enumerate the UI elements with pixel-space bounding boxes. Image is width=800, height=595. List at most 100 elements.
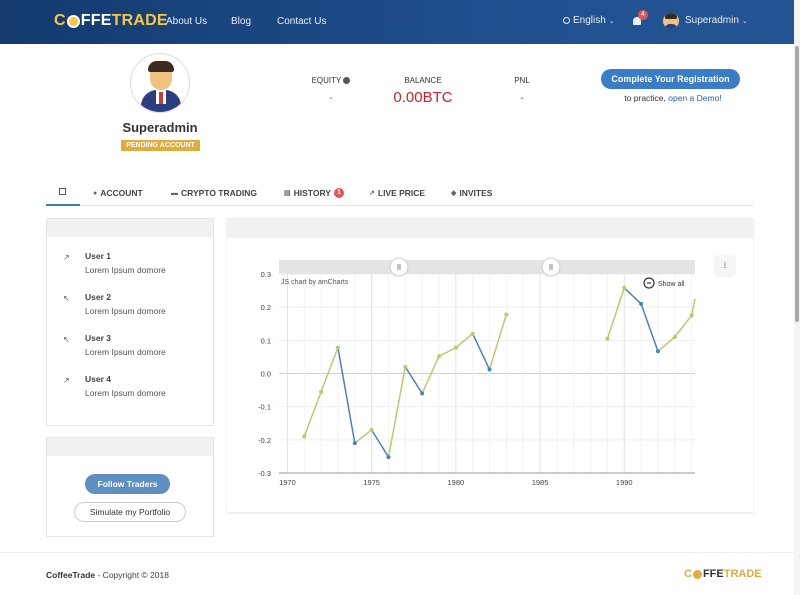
- nav-contact-us[interactable]: Contact Us: [277, 16, 326, 27]
- data-point: [470, 331, 475, 336]
- profile-name: Superadmin: [122, 120, 198, 135]
- logo-text-trade: TRADE: [723, 568, 762, 580]
- data-point: [386, 455, 391, 460]
- pnl-value: -: [520, 93, 524, 104]
- trend-up-icon: ↗: [63, 253, 70, 262]
- history-icon: ▤: [284, 190, 291, 197]
- equity-value: -: [329, 93, 333, 104]
- footer-brand: CoffeeTrade: [46, 570, 96, 580]
- price-chart[interactable]: 0.3 0.2 0.1 0.0 -0.1 -0.2 -0.3 1970 1975 1980 1985…: [227, 218, 753, 512]
- equity-label: EQUITY: [302, 76, 360, 85]
- logo-text: FFE: [702, 568, 724, 580]
- chevron-down-icon: ⌄: [741, 17, 748, 25]
- avatar-hair: [148, 61, 174, 72]
- balance-value: 0.00BTC: [393, 89, 453, 106]
- equity-label-text: EQUITY: [311, 76, 342, 85]
- x-tick-label: 1990: [616, 478, 633, 487]
- user-avatar[interactable]: [663, 13, 679, 29]
- user-name: User 4: [85, 374, 111, 384]
- tab-account[interactable]: ● ACCOUNT: [93, 188, 143, 198]
- series-segment: [387, 366, 407, 458]
- info-icon[interactable]: [343, 77, 351, 85]
- user-desc: Lorem Ipsum domore: [85, 388, 166, 398]
- user-desc: Lorem Ipsum domore: [85, 265, 166, 275]
- logo-text-trade: TRADE: [111, 12, 168, 29]
- series-segment: [303, 391, 322, 437]
- notification-badge: 4: [638, 10, 648, 20]
- dashboard-icon: [59, 188, 66, 195]
- y-tick-label: 0.3: [261, 270, 271, 279]
- active-tab-indicator: [46, 204, 80, 206]
- data-point: [403, 364, 408, 369]
- data-point: [605, 336, 610, 341]
- tab-bar: ● ACCOUNT ▬ CRYPTO TRADING ▤ HISTORY 1 ↗…: [46, 180, 754, 206]
- series-segment: [438, 346, 457, 357]
- scrollbar-grip: [389, 257, 409, 277]
- tab-invites[interactable]: ◆ INVITES: [451, 188, 492, 198]
- data-point: [504, 312, 509, 317]
- trend-icon: ↗: [369, 190, 375, 197]
- data-point: [672, 335, 677, 340]
- series-segment: [623, 287, 642, 305]
- user-menu[interactable]: Superadmin ⌄: [685, 15, 748, 26]
- x-tick-label: 1970: [279, 478, 296, 487]
- user-desc: Lorem Ipsum domore: [85, 306, 166, 316]
- logo-letter: C: [54, 12, 66, 29]
- data-point: [453, 345, 458, 350]
- user-name: User 1: [85, 251, 111, 261]
- x-tick-label: 1975: [363, 478, 380, 487]
- series-segment: [657, 336, 676, 352]
- footer-logo[interactable]: C FFE TRADE: [684, 568, 762, 580]
- show-all-button[interactable]: Show all: [658, 281, 685, 288]
- series-segment: [472, 333, 491, 370]
- globe-icon: [563, 17, 570, 24]
- x-tick-label: 1980: [447, 478, 464, 487]
- user-icon: ●: [93, 189, 98, 197]
- logo-letter: C: [684, 568, 692, 580]
- y-tick-label: 0.0: [261, 370, 271, 379]
- user-name: User 2: [85, 292, 111, 302]
- complete-registration-button[interactable]: Complete Your Registration: [601, 69, 740, 89]
- data-point: [622, 285, 627, 290]
- series-segment: [606, 287, 625, 339]
- y-tick-label: 0.1: [261, 336, 271, 345]
- scrollbar-thumb[interactable]: [795, 46, 799, 322]
- users-panel: ↗ User 1 Lorem Ipsum domore ↖ User 2 Lor…: [46, 218, 214, 426]
- y-tick-label: 0.2: [261, 303, 271, 312]
- footer-copyright: CoffeeTrade - Copyright © 2018: [46, 570, 169, 580]
- tab-crypto-trading[interactable]: ▬ CRYPTO TRADING: [171, 188, 257, 198]
- status-badge: PENDING ACCOUNT: [121, 140, 200, 151]
- panel-header: [47, 438, 213, 456]
- follow-traders-button[interactable]: Follow Traders: [85, 474, 170, 494]
- nav-blog[interactable]: Blog: [231, 16, 251, 27]
- data-point: [335, 345, 340, 350]
- data-point: [352, 441, 357, 446]
- data-point: [655, 349, 660, 354]
- simulate-portfolio-button[interactable]: Simulate my Portfolio: [74, 502, 186, 522]
- tab-dashboard[interactable]: [59, 188, 66, 195]
- tab-history[interactable]: ▤ HISTORY 1: [284, 188, 344, 198]
- tab-live-price[interactable]: ↗ LIVE PRICE: [369, 188, 425, 198]
- data-point: [437, 354, 441, 359]
- nav-about-us[interactable]: About Us: [166, 16, 207, 27]
- avatar-suit: [664, 24, 678, 29]
- series-segment: [337, 347, 356, 444]
- data-point: [689, 313, 694, 318]
- user-desc: Lorem Ipsum domore: [85, 347, 166, 357]
- trend-down-icon: ↖: [63, 294, 70, 303]
- avatar-tie: [159, 92, 163, 104]
- language-label: English: [573, 15, 606, 26]
- data-point: [487, 367, 492, 372]
- series-segment: [370, 429, 390, 458]
- tab-label: LIVE PRICE: [377, 188, 426, 198]
- pnl-label: PNL: [514, 76, 530, 85]
- language-selector[interactable]: English ⌄: [563, 15, 615, 26]
- series-segment: [488, 314, 508, 370]
- panel-header: [47, 219, 213, 237]
- open-demo-link[interactable]: open a Demo!: [668, 93, 721, 103]
- chart-scrollbar: [279, 260, 695, 274]
- notifications-button[interactable]: 4: [632, 10, 648, 28]
- tab-label: CRYPTO TRADING: [181, 188, 258, 198]
- logo[interactable]: C FFE TRADE: [54, 12, 168, 30]
- series-segment: [320, 347, 339, 393]
